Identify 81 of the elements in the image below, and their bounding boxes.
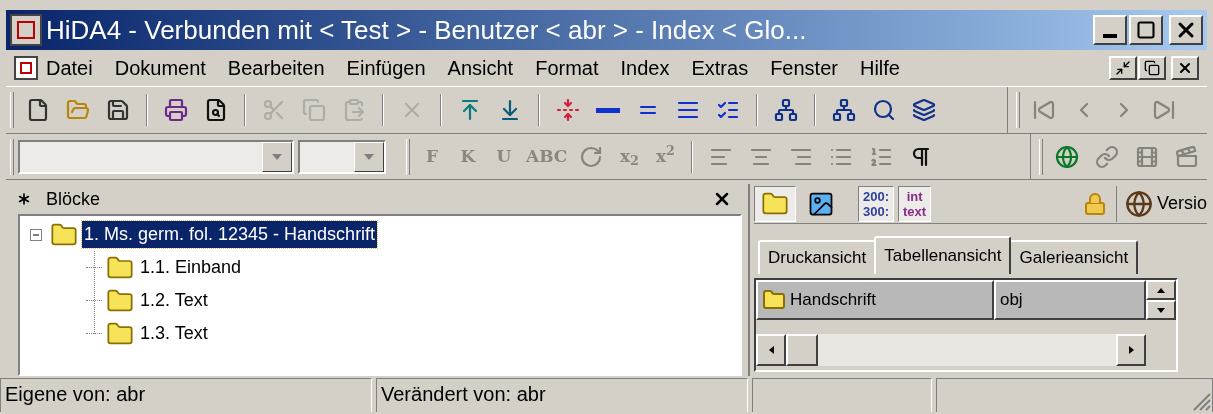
status-panel: Verändert von: abr: [376, 378, 748, 412]
printer-icon: [164, 98, 188, 122]
header-text: Handschrift: [790, 289, 876, 312]
menu-item[interactable]: Einfügen: [346, 53, 426, 83]
panel-title: Blöcke: [46, 187, 102, 211]
scroll-down-button[interactable]: [1146, 300, 1176, 320]
menu-item[interactable]: Hilfe: [859, 53, 900, 83]
header-text: obj: [999, 289, 1023, 312]
menu-item[interactable]: Bearbeiten: [227, 53, 325, 83]
scroll-right-button[interactable]: [1116, 334, 1146, 366]
restore-icon: [1144, 60, 1160, 76]
document-logo-icon: [14, 56, 38, 80]
tree-item[interactable]: 1.1. Einband: [138, 254, 244, 281]
down-arrow-icon: [1157, 307, 1165, 313]
button-text: 300:: [863, 203, 890, 219]
maximize-icon: [1136, 20, 1156, 40]
folder-icon: [762, 288, 786, 312]
minimize-icon: [1115, 60, 1131, 76]
button-text: int: [906, 188, 923, 204]
scroll-thumb[interactable]: [786, 334, 818, 366]
dropdown-arrow-icon: [272, 153, 282, 160]
column-header[interactable]: Handschrift: [756, 280, 994, 320]
tab[interactable]: Galerieansicht: [1009, 240, 1139, 274]
close-button[interactable]: [1171, 56, 1199, 80]
search-icon: [872, 98, 896, 122]
tab[interactable]: Tabellenansicht: [874, 236, 1012, 274]
tree-item[interactable]: 1. Ms. germ. fol. 12345 - Handschrift: [82, 221, 378, 248]
right-arrow-icon: [1128, 346, 1134, 354]
folders-button[interactable]: [754, 185, 796, 222]
split-lines-icon: [556, 98, 580, 122]
left-arrow-icon: [768, 346, 774, 354]
scroll-left-button[interactable]: [756, 334, 786, 366]
last-icon: [1152, 98, 1176, 122]
close-icon: [1177, 60, 1193, 76]
menu-item[interactable]: Index: [620, 53, 670, 83]
close-button[interactable]: [1169, 15, 1203, 45]
menu-item[interactable]: Extras: [691, 53, 749, 83]
tree-item[interactable]: 1.2. Text: [138, 287, 210, 314]
maximize-button[interactable]: [1129, 15, 1163, 45]
link-icon: [1095, 144, 1119, 169]
document-magnifier-icon: [204, 98, 228, 122]
app-logo-icon: [10, 14, 42, 46]
clapperboard-icon: [1175, 144, 1199, 169]
scroll-up-button[interactable]: [1146, 280, 1176, 300]
menu-item[interactable]: Fenster: [770, 53, 838, 83]
window-title: HiDA4 - Verbunden mit < Test > - Benutzer < abr > - Index < Glo...: [46, 13, 808, 47]
size-dropdown[interactable]: [298, 139, 386, 174]
tree-icon: [832, 98, 856, 122]
font-dropdown[interactable]: [18, 139, 294, 174]
rotate-text-icon: [579, 144, 604, 169]
view-mode-button[interactable]: 200: 300:: [858, 185, 895, 222]
minimize-icon: [1103, 34, 1117, 38]
menu-item[interactable]: Datei: [46, 53, 93, 83]
open-folder-icon: [66, 98, 90, 122]
first-icon: [1032, 98, 1056, 122]
stacked-windows-icon: [912, 98, 936, 122]
save-icon: [106, 98, 130, 122]
menu-item[interactable]: Ansicht: [447, 53, 514, 83]
minimize-button[interactable]: [1093, 15, 1127, 45]
button-text: 200:: [863, 188, 890, 204]
version-button[interactable]: Versio: [1124, 189, 1207, 218]
restore-button[interactable]: [1138, 56, 1166, 80]
globe-icon: [1055, 144, 1079, 169]
paste-icon: [342, 98, 366, 122]
minimize-button[interactable]: [1109, 56, 1137, 80]
menu-item[interactable]: Dokument: [114, 53, 206, 83]
up-arrow-icon: [1157, 287, 1165, 293]
status-panel: Eigene von: abr: [0, 378, 372, 412]
menu-item[interactable]: Format: [535, 53, 599, 83]
lock-icon: [1083, 191, 1108, 216]
film-icon: [1135, 144, 1159, 169]
tab[interactable]: Druckansicht: [758, 240, 877, 274]
collapse-toggle-icon[interactable]: [30, 228, 42, 241]
scissors-icon: [262, 98, 286, 122]
dropdown-arrow-icon: [364, 153, 374, 160]
column-header[interactable]: obj: [993, 280, 1146, 320]
copy-icon: [302, 98, 326, 122]
new-document-icon: [26, 98, 50, 122]
button-text: text: [903, 203, 927, 219]
tree-item[interactable]: 1.3. Text: [138, 320, 210, 347]
view-mode-button[interactable]: int text: [898, 185, 932, 222]
